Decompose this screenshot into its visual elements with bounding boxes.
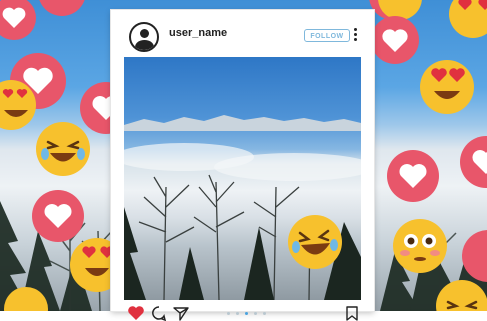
bookmark-icon[interactable] (346, 306, 358, 321)
heart-reaction-icon (0, 0, 36, 40)
carousel-dot[interactable] (254, 312, 257, 315)
heart-eyes-emoji-icon (449, 0, 487, 38)
flushed-emoji-icon (393, 219, 447, 273)
heart-reaction-icon (371, 16, 419, 64)
comment-icon[interactable] (151, 305, 167, 321)
laughing-emoji-icon (36, 122, 90, 176)
laughing-emoji-icon (288, 215, 342, 269)
profile-avatar-icon[interactable] (129, 22, 159, 52)
laughing-emoji-icon (436, 280, 487, 311)
send-icon[interactable] (173, 305, 189, 321)
post-username[interactable]: user_name (169, 27, 227, 39)
carousel-indicator[interactable] (227, 312, 271, 316)
heart-reaction-icon (32, 190, 84, 242)
carousel-dot[interactable] (227, 312, 230, 315)
heart-reaction-icon (39, 0, 85, 16)
heart-reaction-icon (460, 136, 487, 188)
post-card: user_name FOLLOW (111, 10, 374, 321)
heart-reaction-icon (462, 230, 487, 282)
heart-eyes-emoji-icon (420, 60, 474, 114)
like-heart-icon[interactable] (127, 305, 145, 321)
post-actions-bar (111, 297, 374, 321)
carousel-dot[interactable] (245, 312, 248, 315)
more-vertical-icon[interactable] (354, 28, 358, 44)
heart-reaction-icon (387, 150, 439, 202)
heart-eyes-emoji-icon (0, 80, 36, 130)
follow-button[interactable]: FOLLOW (304, 29, 350, 42)
laughing-emoji-icon (4, 287, 48, 311)
carousel-dot[interactable] (236, 312, 239, 315)
carousel-dot[interactable] (263, 312, 266, 315)
